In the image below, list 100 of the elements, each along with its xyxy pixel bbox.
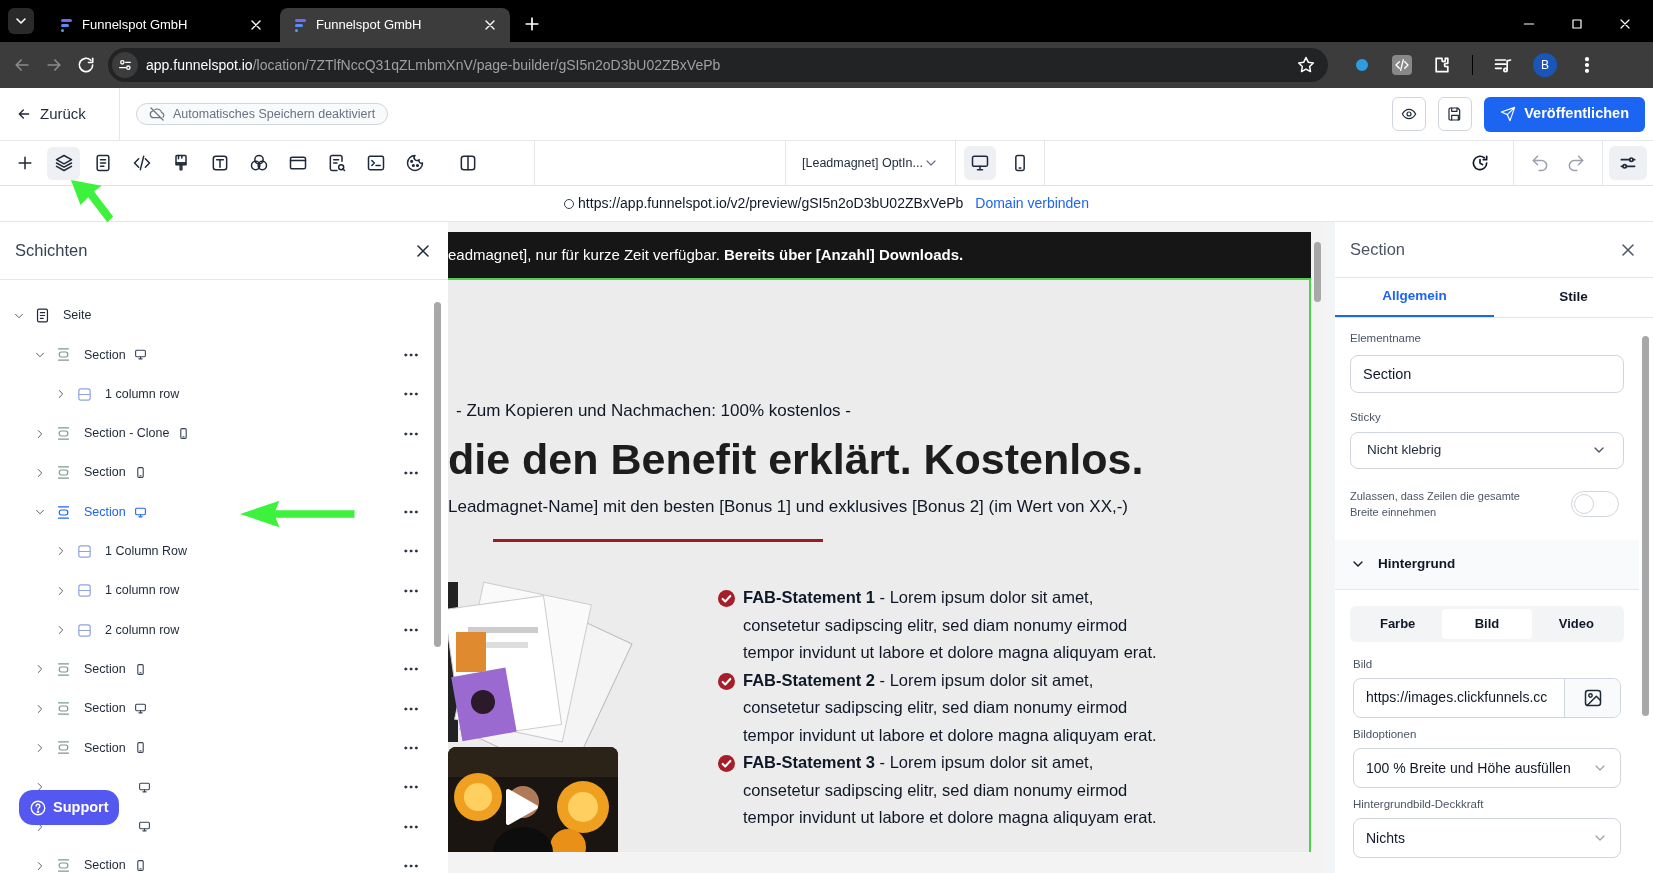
publish-button[interactable]: Veröffentlichen xyxy=(1484,96,1645,132)
redo-icon[interactable] xyxy=(1566,153,1586,173)
scrollbar-thumb[interactable] xyxy=(1314,242,1321,302)
layer-name[interactable]: Section xyxy=(84,738,126,758)
scrollbar-thumb[interactable] xyxy=(434,302,441,647)
profile-avatar[interactable]: B xyxy=(1533,53,1557,77)
layer-name[interactable]: Section - Clone xyxy=(84,424,170,443)
scrollbar-thumb[interactable] xyxy=(1642,336,1649,716)
text-input-field[interactable]: Section xyxy=(1350,355,1624,394)
section-icon xyxy=(55,739,72,757)
preview-button[interactable] xyxy=(1392,97,1427,131)
sticky-select[interactable]: Nicht klebrig xyxy=(1350,431,1624,469)
field-label: Sticky xyxy=(1350,410,1382,426)
panel-tab[interactable]: Allgemein xyxy=(1335,278,1494,317)
help-icon xyxy=(29,798,47,817)
layer-name[interactable]: Section xyxy=(84,345,126,365)
field-label: Bild xyxy=(1353,656,1374,672)
browser-tab[interactable]: Funnelspot GmbH xyxy=(280,8,510,42)
headline: die den Benefit erklärt. Kostenlos. xyxy=(448,433,1145,485)
back-button[interactable]: Zurück xyxy=(0,88,120,140)
desktop-icon xyxy=(970,153,990,173)
segment-tab[interactable]: Video xyxy=(1531,608,1621,639)
url-input-field[interactable]: https://images.clickfunnels.cc xyxy=(1354,678,1564,717)
cloud-off-icon xyxy=(149,106,165,122)
bullet-text: FAB-Statement 3 - Lorem ipsum dolor sit amet, consetetur sadipscing elitr, sed diam nonumy eirmod tempor invidunt ut labore et dolore magna aliquyam erat. xyxy=(743,752,1158,828)
section-icon xyxy=(55,464,72,482)
check-circle-icon xyxy=(718,672,735,690)
bullet-text: FAB-Statement 1 - Lorem ipsum dolor sit amet, consetetur sadipscing elitr, sed diam nonumy eirmod tempor invidunt ut labore et dolore magna aliquyam erat. xyxy=(743,587,1158,663)
tool-button[interactable] xyxy=(47,146,80,180)
row-icon xyxy=(76,582,93,600)
bookmark-star-icon[interactable] xyxy=(1296,55,1316,75)
eye-icon xyxy=(1401,106,1418,122)
layers-icon xyxy=(53,153,74,173)
field-label: Hintergrundbild-Deckkraft xyxy=(1353,797,1485,812)
section-frame[interactable] xyxy=(448,278,1311,852)
layer-name[interactable]: 1 Column Row xyxy=(105,542,187,561)
page-select[interactable]: [Leadmagnet] OptIn... xyxy=(785,141,955,185)
url-text: app.funnelspot.io/location/7ZTlfNccQ31qZLmbmXnV/page-builder/gSI5n2oD3bU02ZBxVePb xyxy=(146,55,722,75)
panel-tab[interactable]: Stile xyxy=(1494,278,1653,317)
layer-name[interactable]: 2 column row xyxy=(105,620,180,640)
layer-name[interactable]: 1 column row xyxy=(105,384,180,404)
check-circle-icon xyxy=(718,755,735,772)
domain-link[interactable]: Domain verbinden xyxy=(975,193,1089,214)
cookie-icon xyxy=(404,153,425,173)
maximize-icon[interactable] xyxy=(1569,16,1585,32)
toggle-switch[interactable] xyxy=(1571,490,1619,517)
section-icon xyxy=(55,700,72,718)
announcement-bar: eadmagnet], nur für kurze Zeit verfügbar. Bereits über [Anzahl] Downloads. xyxy=(448,232,1311,278)
layer-name[interactable]: Section xyxy=(84,502,126,522)
section-icon xyxy=(55,425,72,443)
segment-tab[interactable]: Bild xyxy=(1442,608,1532,639)
layer-name[interactable]: Section xyxy=(84,856,126,873)
settings-button[interactable] xyxy=(1609,146,1647,180)
image-url-field[interactable]: https://images.clickfunnels.cc xyxy=(1353,677,1621,718)
device-button[interactable] xyxy=(964,146,996,180)
reload-icon[interactable] xyxy=(76,55,96,75)
logo-icon xyxy=(292,17,308,33)
code-icon xyxy=(131,153,152,173)
bullet-text: FAB-Statement 2 - Lorem ipsum dolor sit amet, consetetur sadipscing elitr, sed diam nonumy eirmod tempor invidunt ut labore et dolore magna aliquyam erat. xyxy=(743,669,1158,746)
image-options-select[interactable]: 100 % Breite und Höhe ausfüllen xyxy=(1353,748,1621,788)
layer-name[interactable]: Section xyxy=(84,463,126,483)
code-extension-icon[interactable] xyxy=(1392,55,1412,75)
section-icon xyxy=(55,857,72,873)
preview-url: https://app.funnelspot.io/v2/preview/gSI5n2oD3bU02ZBxVePb xyxy=(578,194,964,213)
panel-title: Section xyxy=(1350,239,1406,261)
site-info-button[interactable] xyxy=(112,52,138,78)
history-icon xyxy=(1470,153,1490,173)
autosave-status-badge: Automatisches Speichern deaktiviert xyxy=(136,103,389,125)
field-label: Bildoptionen xyxy=(1353,726,1418,742)
opacity-select[interactable]: Nichts xyxy=(1353,818,1621,859)
browser-tab[interactable]: Funnelspot GmbH xyxy=(46,8,276,42)
support-button[interactable]: Support xyxy=(19,790,119,825)
layer-name[interactable]: 1 column row xyxy=(105,581,180,601)
check-circle-icon xyxy=(718,590,735,607)
extensions-icon[interactable] xyxy=(1432,55,1452,75)
layer-name[interactable]: Seite xyxy=(63,306,92,325)
section-icon xyxy=(55,660,72,678)
subline-text: Leadmagnet-Name] mit den besten [Bonus 1] und exklusives [Bonus 2] (im Wert von XX,-) xyxy=(448,495,1130,518)
tab-list-button[interactable] xyxy=(8,8,34,34)
section-header[interactable]: Hintergrund xyxy=(1335,539,1639,590)
layer-name[interactable]: Section xyxy=(84,699,126,718)
section-icon xyxy=(55,346,72,364)
tab-title: Funnelspot GmbH xyxy=(316,16,423,35)
layer-name[interactable]: Section xyxy=(84,659,126,679)
tab-title: Funnelspot GmbH xyxy=(82,16,189,35)
terminal-icon xyxy=(365,153,386,173)
logo-icon xyxy=(58,17,74,33)
window-icon xyxy=(287,153,308,173)
circles-icon xyxy=(248,153,269,173)
back-arrow-icon xyxy=(16,106,32,122)
kicker-text: - Zum Kopieren und Nachmachen: 100% kostenlos - xyxy=(456,400,852,422)
panel-title: Schichten xyxy=(15,240,88,262)
address-field[interactable]: app.funnelspot.io/location/7ZTlfNccQ31qZLmbmXnV/page-builder/gSI5n2oD3bU02ZBxVePb xyxy=(108,48,1328,82)
segment-tab[interactable]: Farbe xyxy=(1353,608,1443,639)
image-icon xyxy=(1582,687,1603,708)
image-picker-button[interactable] xyxy=(1564,678,1620,717)
save-button[interactable] xyxy=(1438,97,1473,131)
row-icon xyxy=(76,542,93,560)
undo-icon[interactable] xyxy=(1530,153,1550,173)
row-icon xyxy=(76,621,93,639)
